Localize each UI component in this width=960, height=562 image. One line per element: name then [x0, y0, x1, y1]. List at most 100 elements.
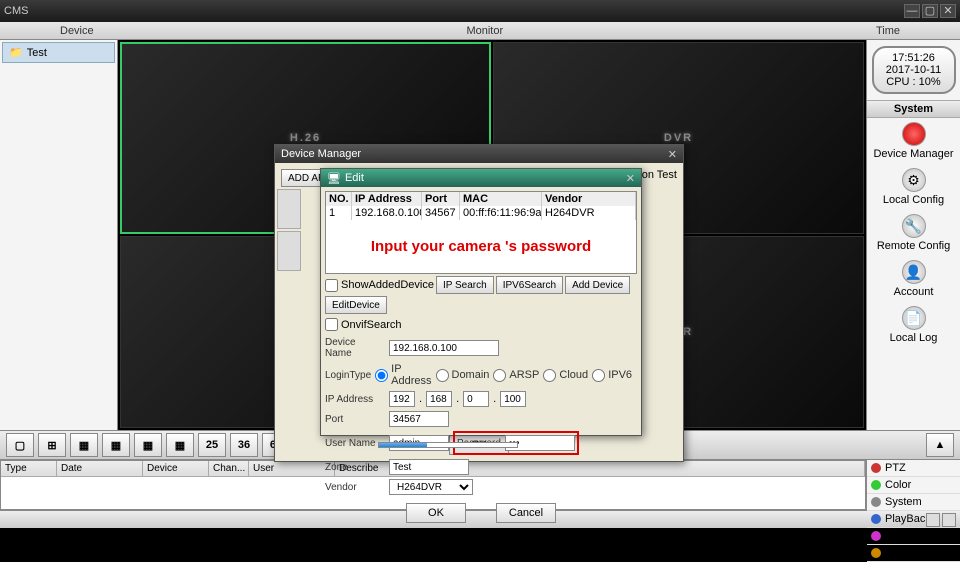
ptz-button[interactable]: PTZ	[867, 460, 960, 477]
menu-monitor[interactable]: Monitor	[154, 25, 816, 37]
layout-4-button[interactable]: ⊞	[38, 433, 66, 457]
ip-octet-4[interactable]	[500, 391, 526, 407]
log-col-user: User	[249, 461, 335, 476]
log-col-channel: Chan...	[209, 461, 249, 476]
layout-6-button[interactable]: ▦	[70, 433, 98, 457]
device-manager-title: Device Manager	[281, 148, 361, 160]
edit-cancel-button[interactable]: Cancel	[496, 503, 556, 523]
device-name-input[interactable]	[389, 340, 499, 356]
cpu-usage: CPU : 10%	[878, 76, 950, 88]
zone-tab-2[interactable]	[277, 231, 301, 271]
log-col-date: Date	[57, 461, 143, 476]
login-ip-radio[interactable]: IP Address	[375, 363, 431, 387]
device-tree-pane: 📁 Test	[0, 40, 118, 430]
device-manager-titlebar[interactable]: Device Manager ✕	[275, 145, 683, 163]
system-button[interactable]: System	[867, 494, 960, 511]
logout-icon	[871, 548, 881, 558]
login-type-label: LoginType	[325, 370, 371, 381]
add-device-button[interactable]: Add Device	[565, 276, 630, 294]
connection-test-label: on Test	[642, 169, 677, 187]
ip-octet-3[interactable]	[463, 391, 489, 407]
ipv6-search-button[interactable]: IPV6Search	[496, 276, 563, 294]
app-title: CMS	[4, 5, 28, 17]
ptz-icon	[871, 463, 881, 473]
edit-device-button[interactable]: EditDevice	[325, 296, 387, 314]
layout-36-button[interactable]: 36	[230, 433, 258, 457]
device-form: Device Name LoginType IP Address Domain …	[325, 333, 637, 499]
account-button[interactable]: 👤Account	[872, 260, 956, 298]
clock-time: 17:51:26	[878, 52, 950, 64]
layout-9-button[interactable]: ▦	[134, 433, 162, 457]
remote-config-button[interactable]: 🔧Remote Config	[872, 214, 956, 252]
layout-16-button[interactable]: ▦	[166, 433, 194, 457]
record-icon	[902, 122, 926, 146]
zone-tab[interactable]	[277, 189, 301, 229]
status-btn-2[interactable]	[942, 513, 956, 527]
login-cloud-radio[interactable]: Cloud	[543, 369, 588, 382]
advance-button[interactable]: Advance	[867, 528, 960, 545]
menubar: Device Monitor Time	[0, 22, 960, 40]
edit-dialog-title: Edit	[345, 172, 364, 184]
right-sidebar: 17:51:26 2017-10-11 CPU : 10% System Dev…	[866, 40, 960, 430]
maximize-button[interactable]: ▢	[922, 4, 938, 18]
devmgr-side-tabs	[277, 189, 301, 273]
color-button[interactable]: Color	[867, 477, 960, 494]
log-col-type: Type	[1, 461, 57, 476]
edit-dialog-close-icon[interactable]: ✕	[626, 172, 635, 185]
zone-label: Zone	[325, 462, 385, 473]
log-icon: 📄	[902, 306, 926, 330]
col-port: Port	[422, 192, 460, 206]
login-ipv6-radio[interactable]: IPV6	[592, 369, 637, 382]
ip-address-label: IP Address	[325, 394, 385, 405]
onvif-search-checkbox[interactable]: OnvifSearch	[325, 318, 402, 331]
login-domain-radio[interactable]: Domain	[436, 369, 490, 382]
collapse-up-button[interactable]: ▲	[926, 433, 954, 457]
port-label: Port	[325, 414, 385, 425]
ip-search-button[interactable]: IP Search	[436, 276, 494, 294]
close-button[interactable]: ✕	[940, 4, 956, 18]
ip-octet-2[interactable]	[426, 391, 452, 407]
vendor-label: Vendor	[325, 482, 385, 493]
username-label: User Name	[325, 438, 385, 449]
menu-device[interactable]: Device	[0, 25, 154, 37]
volume-slider[interactable]	[378, 442, 518, 448]
device-search-table: NO. IP Address Port MAC Vendor 1 192.168…	[325, 191, 637, 274]
col-vendor: Vendor	[542, 192, 636, 206]
zone-input[interactable]	[389, 459, 469, 475]
device-name-label: Device Name	[325, 337, 385, 359]
tree-root[interactable]: 📁 Test	[2, 42, 115, 63]
color-icon	[871, 480, 881, 490]
edit-dialog-titlebar[interactable]: 🖥 Edit ✕	[321, 169, 641, 187]
layout-1-button[interactable]: ▢	[6, 433, 34, 457]
ip-octet-1[interactable]	[389, 391, 415, 407]
device-manager-button[interactable]: Device Manager	[872, 122, 956, 160]
login-arsp-radio[interactable]: ARSP	[493, 369, 539, 382]
logout-button[interactable]: LogOut	[867, 545, 960, 562]
user-icon: 👤	[902, 260, 926, 284]
password-banner: Input your camera 's password	[326, 220, 636, 273]
show-added-checkbox[interactable]: ShowAddedDevice	[325, 276, 434, 294]
device-manager-close-icon[interactable]: ✕	[668, 148, 677, 161]
layout-25-button[interactable]: 25	[198, 433, 226, 457]
vendor-select[interactable]: H264DVR	[389, 479, 473, 495]
log-col-device: Device	[143, 461, 209, 476]
table-row[interactable]: 1 192.168.0.100 34567 00:ff:f6:11:96:9a …	[326, 206, 636, 220]
edit-ok-button[interactable]: OK	[406, 503, 466, 523]
col-no: NO.	[326, 192, 352, 206]
wrench-icon: 🔧	[902, 214, 926, 238]
local-config-button[interactable]: ⚙Local Config	[872, 168, 956, 206]
device-icon: 🖥	[327, 172, 341, 185]
system-header: System	[867, 100, 960, 118]
clock-date: 2017-10-11	[878, 64, 950, 76]
advance-icon	[871, 531, 881, 541]
layout-8-button[interactable]: ▦	[102, 433, 130, 457]
col-ip: IP Address	[352, 192, 422, 206]
main-area: 📁 Test H.26 DVR H.26 DVR 17:51:26 2017-1…	[0, 40, 960, 430]
side-button-list: PTZ Color System PlayBack Advance LogOut	[866, 460, 960, 510]
titlebar: CMS — ▢ ✕	[0, 0, 960, 22]
minimize-button[interactable]: —	[904, 4, 920, 18]
menu-time[interactable]: Time	[816, 25, 960, 37]
port-input[interactable]	[389, 411, 449, 427]
local-log-button[interactable]: 📄Local Log	[872, 306, 956, 344]
status-btn-1[interactable]	[926, 513, 940, 527]
